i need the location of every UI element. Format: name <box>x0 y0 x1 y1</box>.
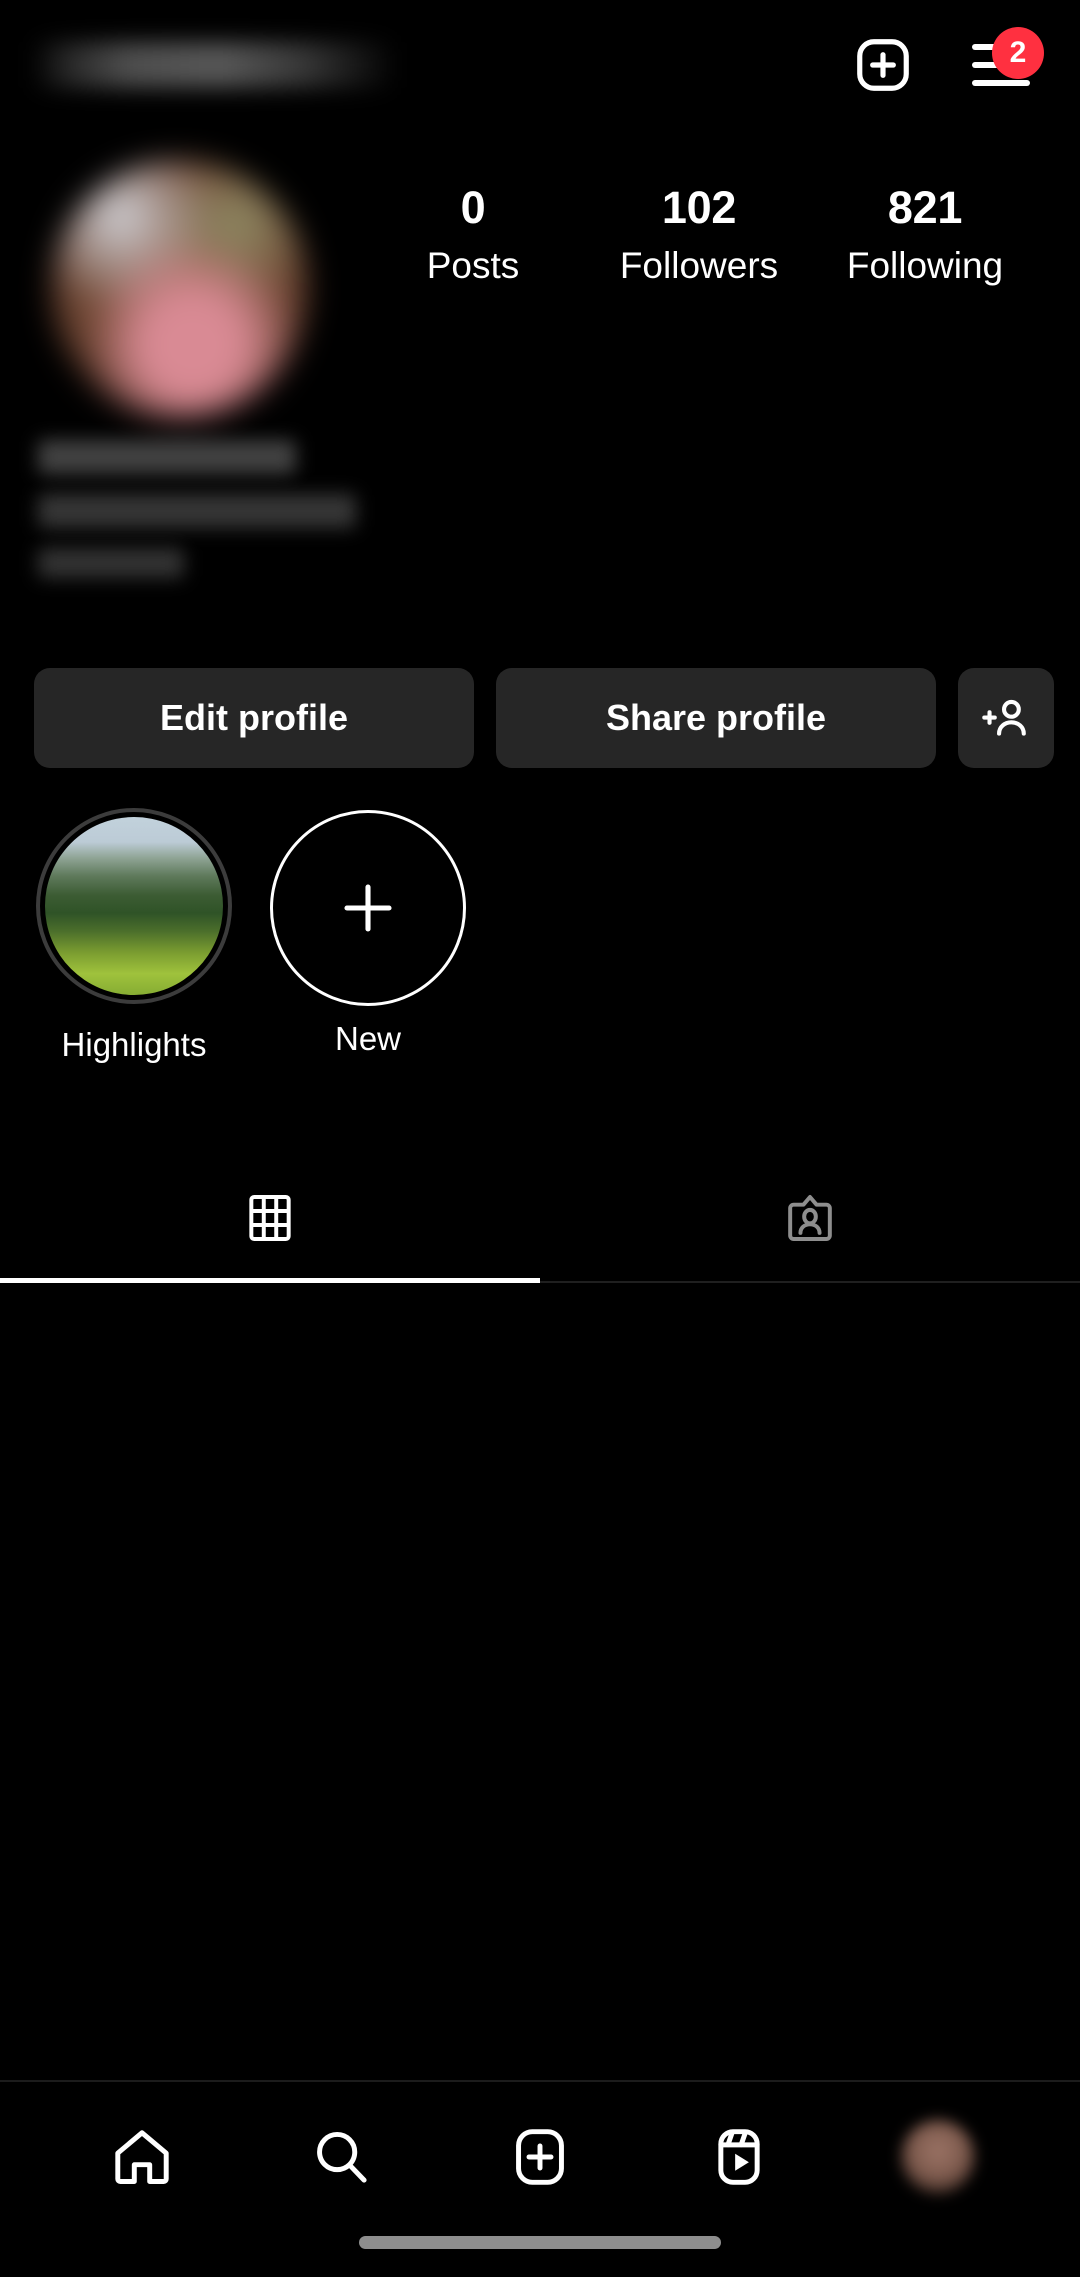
bottom-nav-items <box>0 2082 1080 2232</box>
notification-badge: 2 <box>992 27 1044 79</box>
stat-posts[interactable]: 0 Posts <box>360 182 586 287</box>
tab-tagged[interactable] <box>540 1155 1080 1281</box>
new-highlight-label: New <box>334 1020 402 1057</box>
bio-line-name <box>38 440 296 474</box>
avatar-container[interactable] <box>0 160 360 418</box>
top-bar-actions: 2 <box>852 27 1044 96</box>
create-post-icon <box>516 2129 564 2185</box>
stat-followers-value: 102 <box>661 182 737 233</box>
menu-button[interactable]: 2 <box>972 27 1044 86</box>
nav-reels[interactable] <box>640 2124 839 2190</box>
grid-icon <box>249 1195 291 1241</box>
stat-following-label: Following <box>846 244 1004 286</box>
stat-posts-value: 0 <box>460 182 486 233</box>
avatar[interactable] <box>51 160 309 418</box>
nav-create[interactable] <box>440 2124 639 2190</box>
reels-icon <box>718 2129 760 2185</box>
profile-bio <box>38 440 508 598</box>
bio-line-description <box>38 494 356 528</box>
highlight-item-highlights[interactable]: Highlights <box>36 808 232 1064</box>
add-person-icon <box>982 699 1026 736</box>
create-post-button[interactable] <box>852 34 914 96</box>
profile-actions: Edit profile Share profile <box>34 668 1054 768</box>
username-text <box>34 42 394 88</box>
tab-grid[interactable] <box>0 1155 540 1283</box>
stat-posts-label: Posts <box>426 244 520 286</box>
discover-people-button[interactable] <box>958 668 1054 768</box>
profile-avatar-icon <box>901 2120 976 2194</box>
stat-following[interactable]: 821 Following <box>812 182 1038 287</box>
stat-following-value: 821 <box>887 182 963 233</box>
nav-home[interactable] <box>42 2124 241 2190</box>
share-profile-button[interactable]: Share profile <box>496 668 936 768</box>
bio-line-extra <box>38 548 184 578</box>
plus-icon <box>344 884 392 932</box>
system-gesture-bar <box>359 2236 721 2249</box>
tagged-person-icon <box>788 1195 832 1241</box>
nav-profile[interactable] <box>839 2120 1038 2194</box>
highlight-label: Highlights <box>61 1026 207 1063</box>
stat-followers-label: Followers <box>619 244 779 286</box>
highlight-cover-image <box>45 817 223 995</box>
username-header[interactable] <box>34 42 852 88</box>
stat-followers[interactable]: 102 Followers <box>586 182 812 287</box>
highlight-ring <box>36 808 232 1004</box>
profile-tabs <box>0 1155 1080 1283</box>
create-post-icon <box>857 39 909 91</box>
profile-stats: 0 Posts 102 Followers 821 Following <box>360 160 1080 287</box>
home-icon <box>114 2130 169 2184</box>
instagram-profile-screen: 2 0 Posts 102 Followers 821 Following Ed… <box>0 0 1080 2277</box>
story-highlights: Highlights New <box>36 808 466 1064</box>
edit-profile-button[interactable]: Edit profile <box>34 668 474 768</box>
top-bar: 2 <box>0 0 1080 130</box>
posts-grid <box>0 1285 1080 2080</box>
profile-header: 0 Posts 102 Followers 821 Following <box>0 160 1080 418</box>
new-highlight-circle[interactable] <box>270 810 466 1006</box>
highlight-item-new[interactable]: New <box>270 808 466 1058</box>
bottom-navigation <box>0 2080 1080 2277</box>
search-icon <box>316 2131 367 2183</box>
nav-search[interactable] <box>241 2124 440 2190</box>
